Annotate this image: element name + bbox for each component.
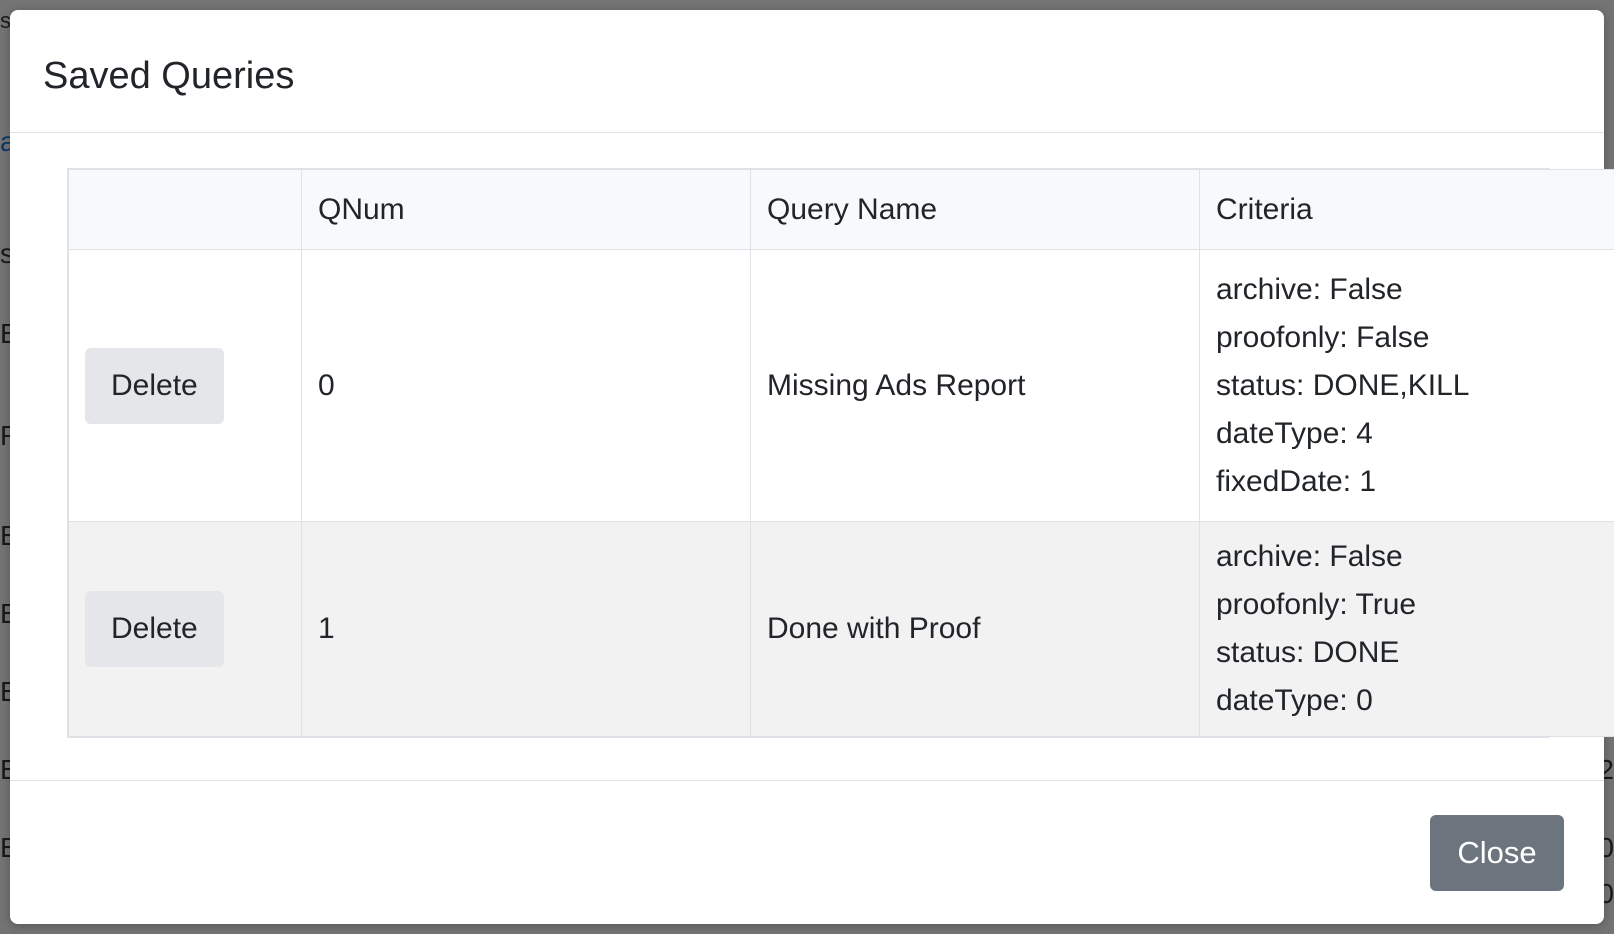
delete-query-button[interactable]: Delete: [85, 591, 224, 667]
criteria-line: proofonly: False: [1216, 320, 1430, 354]
criteria-line: proofonly: True: [1216, 588, 1417, 621]
criteria-line: archive: False: [1216, 272, 1403, 306]
qnum-cell: 1: [301, 521, 751, 737]
column-header-criteria: Criteria: [1199, 169, 1614, 250]
saved-queries-table-wrapper: QNum Query Name Criteria Delete 0 Missin…: [67, 168, 1614, 738]
modal-footer: Close: [10, 780, 1604, 924]
close-button[interactable]: Close: [1430, 815, 1564, 891]
saved-queries-modal: Saved Queries QNum Query Name Criteria D…: [10, 10, 1614, 924]
criteria-line: archive: False: [1216, 540, 1403, 573]
criteria-cell: archive: False proofonly: False status: …: [1199, 249, 1614, 522]
criteria-cell: archive: False proofonly: True status: D…: [1199, 521, 1614, 737]
delete-query-button[interactable]: Delete: [85, 347, 224, 424]
modal-header: Saved Queries: [10, 10, 1604, 133]
column-header-query-name: Query Name: [750, 169, 1200, 250]
modal-title: Saved Queries: [43, 55, 295, 97]
column-header-actions: [68, 169, 302, 250]
table-row: Delete 0 Missing Ads Report archive: Fal…: [68, 249, 1614, 522]
criteria-line: dateType: 0: [1216, 684, 1373, 717]
criteria-line: status: DONE,KILL: [1216, 368, 1470, 402]
table-row: Delete 1 Done with Proof archive: False …: [68, 521, 1614, 737]
criteria-line: status: DONE: [1216, 636, 1400, 669]
saved-queries-table: QNum Query Name Criteria Delete 0 Missin…: [68, 169, 1614, 737]
table-header-row: QNum Query Name Criteria: [68, 169, 1614, 250]
query-name-cell: Done with Proof: [750, 521, 1200, 737]
query-name-cell: Missing Ads Report: [750, 249, 1200, 522]
actions-cell: Delete: [68, 521, 302, 737]
criteria-line: fixedDate: 1: [1216, 464, 1377, 498]
actions-cell: Delete: [68, 249, 302, 522]
qnum-cell: 0: [301, 249, 751, 522]
criteria-line: dateType: 4: [1216, 416, 1373, 450]
column-header-qnum: QNum: [301, 169, 751, 250]
